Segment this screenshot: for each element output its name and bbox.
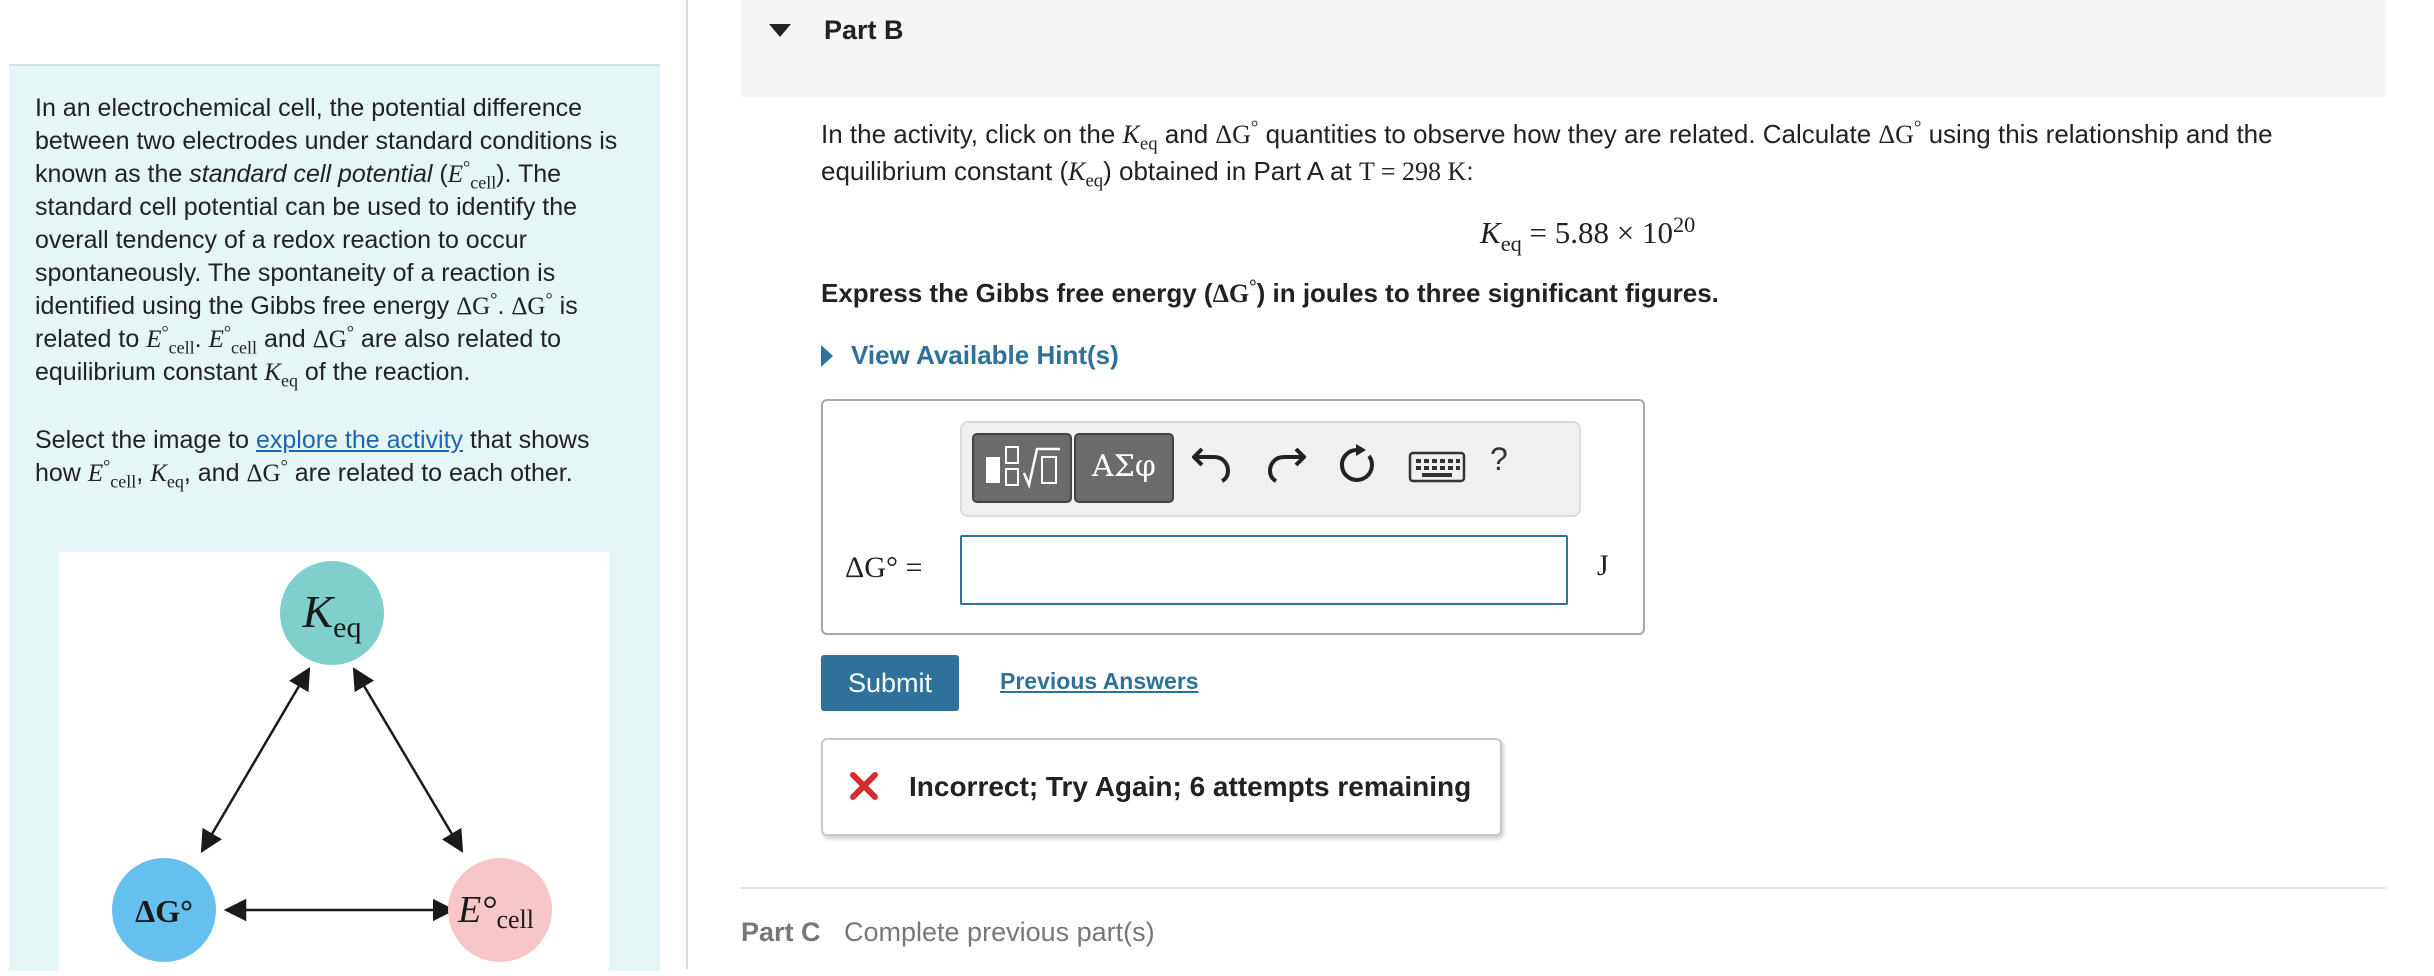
activity-paragraph: Select the image to explore the activity… <box>35 426 590 492</box>
relationship-diagram[interactable]: Keq ΔG° E°cell <box>59 552 609 971</box>
unit-label: J <box>1597 549 1609 582</box>
node-dg-label: ΔG° <box>135 893 193 929</box>
part-b-title: Part B <box>824 15 904 45</box>
explore-activity-link[interactable]: explore the activity <box>256 426 463 454</box>
keyboard-icon[interactable] <box>1408 449 1466 485</box>
part-c-status: Complete previous part(s) <box>844 917 1155 947</box>
math-toolbar: ΑΣφ ? <box>960 421 1581 517</box>
view-hints-label: View Available Hint(s) <box>851 340 1119 370</box>
node-ecell-sub: cell <box>496 905 534 934</box>
redo-icon[interactable] <box>1262 441 1310 489</box>
intro-panel: In an electrochemical cell, the potentia… <box>9 64 660 971</box>
node-ecell-label: E° <box>457 889 496 931</box>
answer-box: ΑΣφ ? ΔG° = J <box>821 399 1645 635</box>
keq-value-equation: Keq = 5.88 × 1020 <box>1480 211 1696 256</box>
symbols-button[interactable]: ΑΣφ <box>1074 433 1174 503</box>
activity-diagram[interactable]: Keq ΔG° E°cell <box>59 552 609 971</box>
templates-button[interactable] <box>972 433 1072 503</box>
node-keq-sub: eq <box>333 611 361 644</box>
arrow-keq-dg <box>200 667 311 853</box>
symbols-icon: ΑΣφ <box>1092 449 1156 484</box>
part-b-header[interactable]: Part B <box>741 0 2386 97</box>
expand-caret-icon <box>821 344 833 367</box>
templates-icon <box>986 446 1060 490</box>
feedback-text: Incorrect; Try Again; 6 attempts remaini… <box>909 771 1472 802</box>
view-hints-toggle[interactable]: View Available Hint(s) <box>821 340 1119 371</box>
part-c-divider <box>741 887 2386 889</box>
feedback-message: Incorrect; Try Again; 6 attempts remaini… <box>821 738 1502 836</box>
answer-label: ΔG° = <box>845 551 923 584</box>
arrow-keq-ecell <box>352 667 464 853</box>
part-c-title: Part C <box>741 917 821 947</box>
submit-button[interactable]: Submit <box>821 655 959 711</box>
reset-icon[interactable] <box>1334 441 1382 489</box>
answer-input[interactable] <box>960 535 1568 605</box>
question-text: In the activity, click on the Keq and ΔG… <box>821 117 2273 192</box>
panel-divider <box>686 0 688 969</box>
answer-instruction: Express the Gibbs free energy (ΔG°) in j… <box>821 276 1719 308</box>
collapse-caret-icon[interactable] <box>769 24 791 37</box>
undo-icon[interactable] <box>1188 441 1236 489</box>
node-keq-label: K <box>301 586 335 637</box>
help-icon[interactable]: ? <box>1490 441 1508 478</box>
intro-paragraph: In an electrochemical cell, the potentia… <box>35 94 618 391</box>
previous-answers-link[interactable]: Previous Answers <box>1000 668 1199 695</box>
x-mark-icon <box>850 772 878 800</box>
